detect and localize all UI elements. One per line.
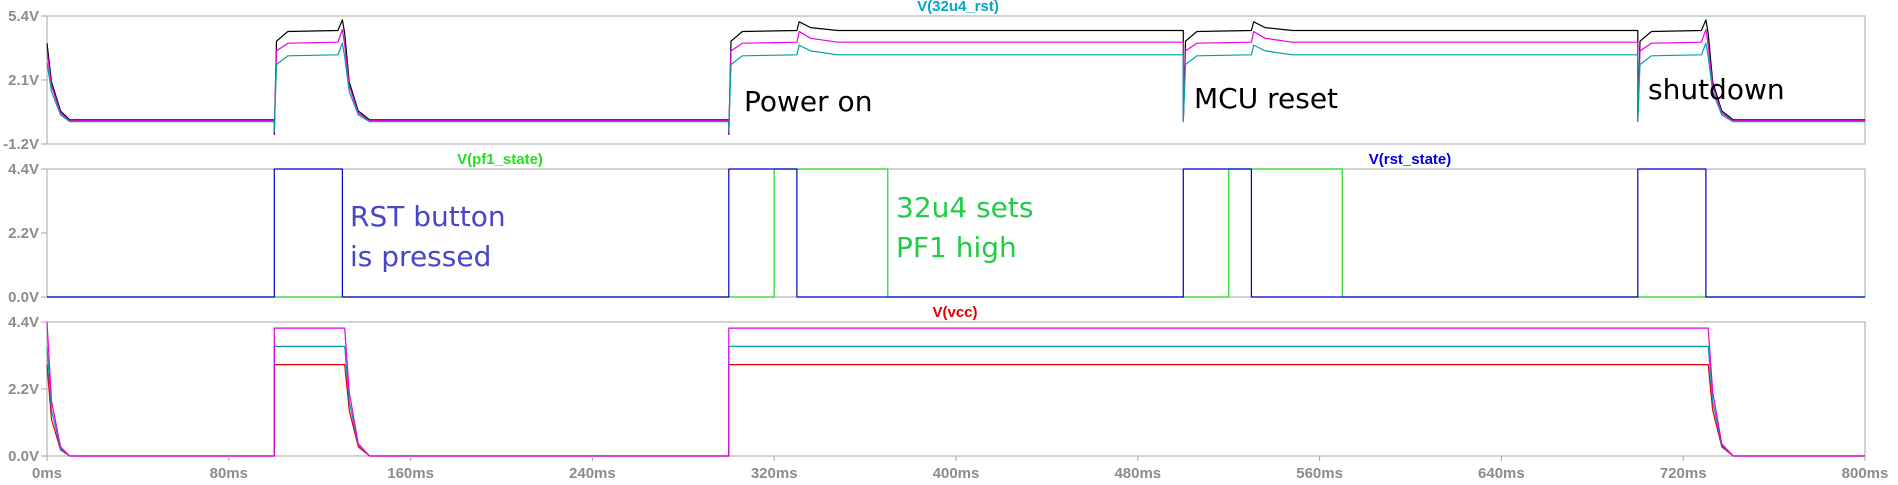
series-line-red — [46, 364, 1865, 457]
y-tick-label: -1.2V — [3, 136, 39, 153]
x-tick-label: 240ms — [569, 465, 616, 482]
y-tick-label: 2.1V — [8, 72, 39, 89]
panel-title: V(rst_state) — [1369, 151, 1452, 168]
x-tick-label: 560ms — [1296, 465, 1343, 482]
annotation-pf1-line1: 32u4 sets — [896, 191, 1033, 224]
panel-1: 5.4V 2.1V -1.2V V(32u4_rst) — [3, 0, 1866, 153]
annotation-mcu-reset: MCU reset — [1194, 82, 1338, 115]
x-tick-label: 160ms — [387, 465, 434, 482]
waveform-plot: 5.4V 2.1V -1.2V V(32u4_rst) 4.4V 2.2V 0.0V V(pf… — [3, 0, 1889, 482]
x-tick-label: 800ms — [1842, 465, 1889, 482]
x-tick-label: 0ms — [32, 465, 62, 482]
panel-title: V(vcc) — [932, 304, 977, 321]
x-tick-label: 320ms — [751, 465, 798, 482]
annotation-rst-line2: is pressed — [350, 240, 491, 273]
panel-frame — [46, 321, 1866, 457]
y-tick-label: 0.0V — [8, 289, 39, 306]
x-tick-label: 640ms — [1478, 465, 1525, 482]
y-tick-label: 0.0V — [8, 448, 39, 465]
annotation-power-on: Power on — [744, 85, 872, 118]
panel-frame — [46, 15, 1866, 145]
panel-title: V(pf1_state) — [457, 151, 543, 168]
series-line-teal — [46, 42, 1865, 131]
y-tick-label: 4.4V — [8, 314, 39, 331]
y-tick-label: 5.4V — [8, 8, 39, 25]
y-tick-label: 4.4V — [8, 161, 39, 178]
annotation-rst-line1: RST button — [350, 200, 506, 233]
series-line-teal — [46, 345, 1865, 457]
series-line-black — [46, 19, 1865, 135]
x-tick-label: 720ms — [1660, 465, 1707, 482]
annotation-pf1-line2: PF1 high — [896, 231, 1017, 264]
series-line-magenta — [46, 321, 1865, 457]
y-tick-label: 2.2V — [8, 381, 39, 398]
panel-2: 4.4V 2.2V 0.0V V(pf1_state) V(rst_state) — [8, 151, 1866, 306]
panel-title: V(32u4_rst) — [917, 0, 999, 15]
y-tick-label: 2.2V — [8, 225, 39, 242]
x-tick-label: 480ms — [1114, 465, 1161, 482]
annotation-shutdown: shutdown — [1648, 73, 1785, 106]
panel-3: 4.4V 2.2V 0.0V V(vcc) — [8, 304, 1866, 465]
x-tick-label: 400ms — [933, 465, 980, 482]
series-line-magenta — [46, 29, 1865, 133]
x-tick-label: 80ms — [210, 465, 248, 482]
